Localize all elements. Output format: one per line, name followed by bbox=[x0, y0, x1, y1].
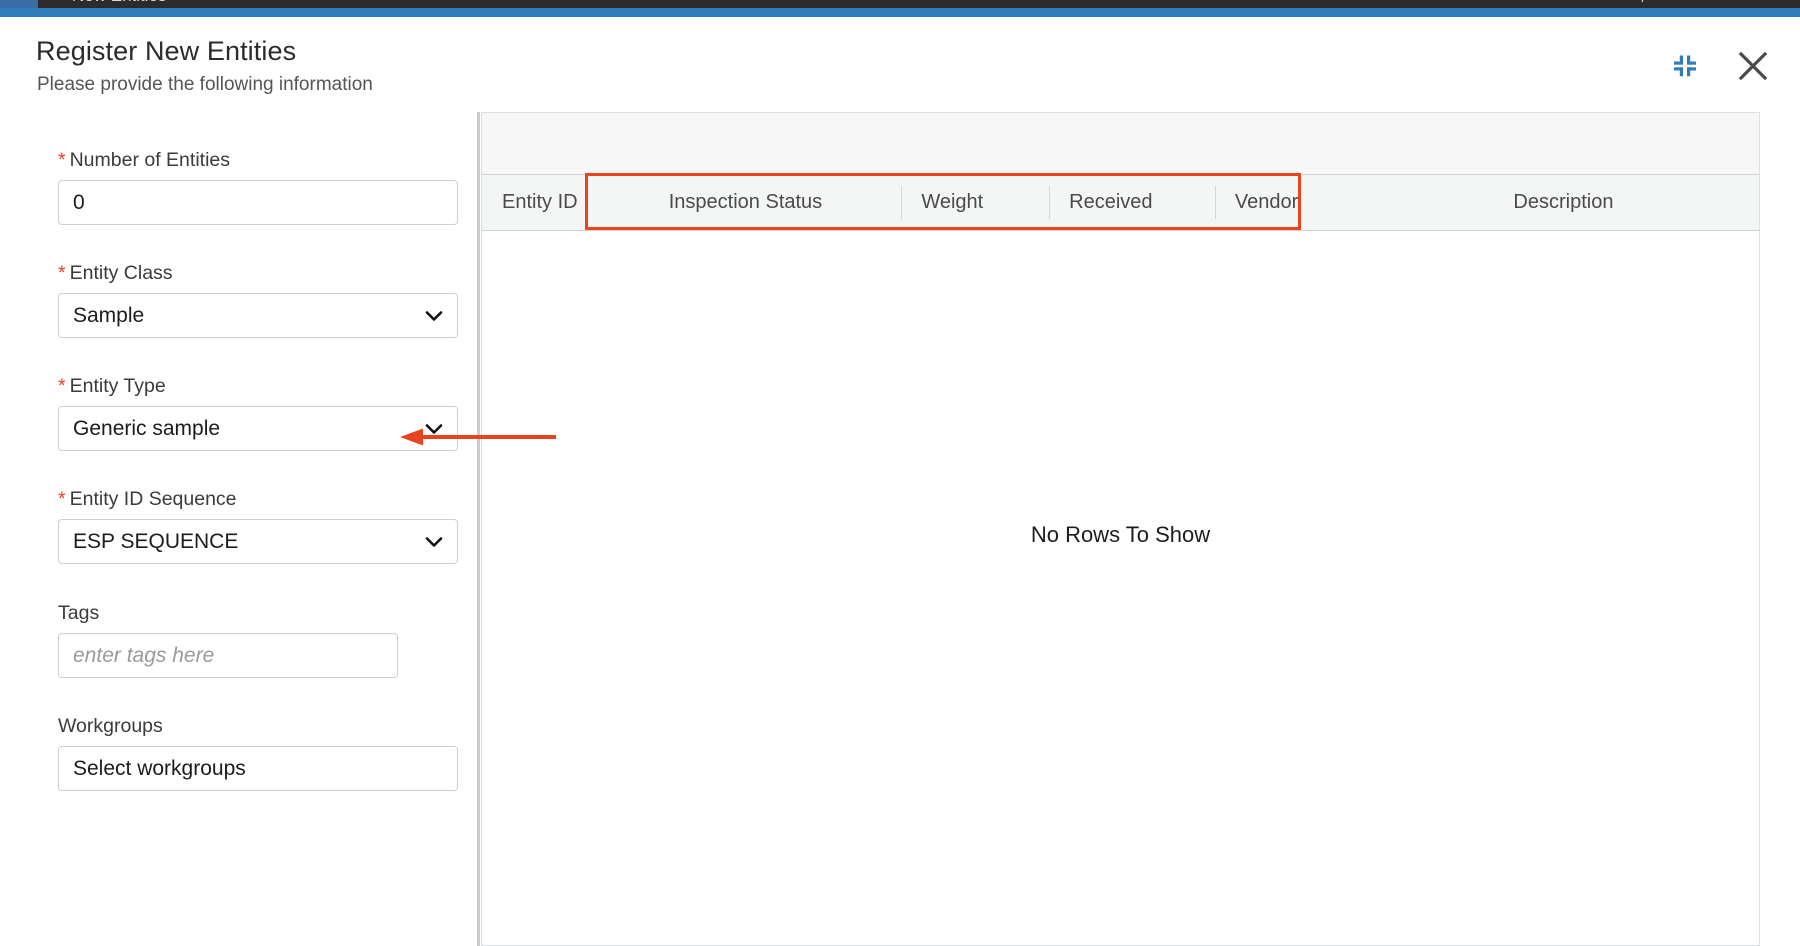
column-header-received[interactable]: Received bbox=[1049, 175, 1215, 230]
entity-class-select[interactable]: Sample bbox=[58, 293, 458, 339]
field-label-entity-class: * Entity Class bbox=[58, 262, 458, 284]
field-label-tags: Tags bbox=[58, 602, 398, 624]
grid-body: No Rows To Show bbox=[481, 231, 1760, 946]
browser-tab-strip: New Entities ESP | CUSTOM ADMIN bbox=[0, 0, 1800, 8]
number-of-entities-value: 0 bbox=[73, 190, 85, 214]
label-text: Entity ID Sequence bbox=[69, 488, 237, 510]
entity-type-select[interactable]: Generic sample bbox=[58, 406, 458, 452]
modal-header: Register New Entities Please provide the… bbox=[0, 17, 1800, 112]
column-header-label: Entity ID bbox=[502, 191, 578, 213]
entity-class-value: Sample bbox=[73, 303, 145, 327]
column-header-vendor[interactable]: Vendor bbox=[1214, 175, 1494, 230]
required-indicator: * bbox=[58, 149, 66, 171]
column-header-label: Inspection Status bbox=[668, 191, 823, 213]
label-text: Tags bbox=[58, 602, 100, 624]
collapse-button[interactable] bbox=[1664, 45, 1706, 87]
entity-id-sequence-value: ESP SEQUENCE bbox=[73, 529, 239, 553]
close-icon bbox=[1736, 49, 1770, 83]
label-text: Entity Type bbox=[69, 375, 166, 397]
field-number-of-entities: * Number of Entities 0 bbox=[58, 149, 458, 226]
field-entity-type: * Entity Type Generic sample bbox=[58, 375, 458, 452]
required-indicator: * bbox=[58, 375, 66, 397]
collapse-icon bbox=[1670, 51, 1700, 81]
field-label-entity-id-sequence: * Entity ID Sequence bbox=[58, 488, 458, 510]
label-text: Number of Entities bbox=[69, 149, 230, 171]
field-label-workgroups: Workgroups bbox=[58, 715, 458, 737]
browser-tab-label: New Entities bbox=[72, 0, 166, 6]
grid-empty-message: No Rows To Show bbox=[1030, 522, 1211, 547]
column-header-entity-id[interactable]: Entity ID bbox=[482, 175, 649, 230]
app-user-menu-label: ESP | CUSTOM ADMIN bbox=[1605, 0, 1772, 3]
column-header-description[interactable]: Description bbox=[1493, 175, 1759, 230]
column-header-label: Weight bbox=[921, 191, 984, 213]
workgroups-input[interactable]: Select workgroups bbox=[58, 746, 458, 792]
column-header-label: Vendor bbox=[1234, 191, 1299, 213]
page-title: Register New Entities bbox=[36, 36, 297, 66]
field-label-entity-type: * Entity Type bbox=[58, 375, 458, 397]
tags-input[interactable]: enter tags here bbox=[58, 633, 398, 679]
page-subtitle: Please provide the following information bbox=[37, 74, 373, 95]
field-entity-id-sequence: * Entity ID Sequence ESP SEQUENCE bbox=[58, 488, 458, 565]
required-indicator: * bbox=[58, 262, 66, 284]
label-text: Entity Class bbox=[69, 262, 173, 284]
app-top-bar bbox=[0, 8, 1800, 17]
column-header-inspection-status[interactable]: Inspection Status bbox=[649, 175, 902, 230]
number-of-entities-input[interactable]: 0 bbox=[58, 180, 458, 226]
panel-divider bbox=[477, 112, 480, 946]
grid-header-row: Entity ID Inspection Status Weight Recei… bbox=[481, 174, 1760, 231]
field-workgroups: Workgroups Select workgroups bbox=[58, 715, 458, 792]
column-header-weight[interactable]: Weight bbox=[901, 175, 1049, 230]
entities-grid: Entity ID Inspection Status Weight Recei… bbox=[481, 112, 1760, 946]
column-header-label: Received bbox=[1069, 191, 1153, 213]
workgroups-value: Select workgroups bbox=[73, 756, 246, 780]
modal-header-actions bbox=[1664, 45, 1774, 87]
entity-type-value: Generic sample bbox=[73, 416, 221, 440]
browser-active-tab[interactable] bbox=[0, 0, 38, 8]
field-label-number-of-entities: * Number of Entities bbox=[58, 149, 458, 171]
grid-toolbar[interactable] bbox=[481, 112, 1760, 174]
chevron-down-icon bbox=[425, 310, 443, 322]
app-root: New Entities ESP | CUSTOM ADMIN Register… bbox=[0, 0, 1800, 946]
close-button[interactable] bbox=[1732, 45, 1774, 87]
chevron-down-icon bbox=[425, 423, 443, 435]
chevron-down-icon bbox=[425, 536, 443, 548]
field-tags: Tags enter tags here bbox=[58, 602, 398, 679]
field-entity-class: * Entity Class Sample bbox=[58, 262, 458, 339]
entity-id-sequence-select[interactable]: ESP SEQUENCE bbox=[58, 519, 458, 565]
registration-form-panel: * Number of Entities 0 * Entity Class Samp… bbox=[0, 112, 478, 946]
label-text: Workgroups bbox=[58, 715, 163, 737]
column-header-label: Description bbox=[1513, 191, 1614, 213]
tags-placeholder: enter tags here bbox=[73, 643, 215, 667]
required-indicator: * bbox=[58, 488, 66, 510]
